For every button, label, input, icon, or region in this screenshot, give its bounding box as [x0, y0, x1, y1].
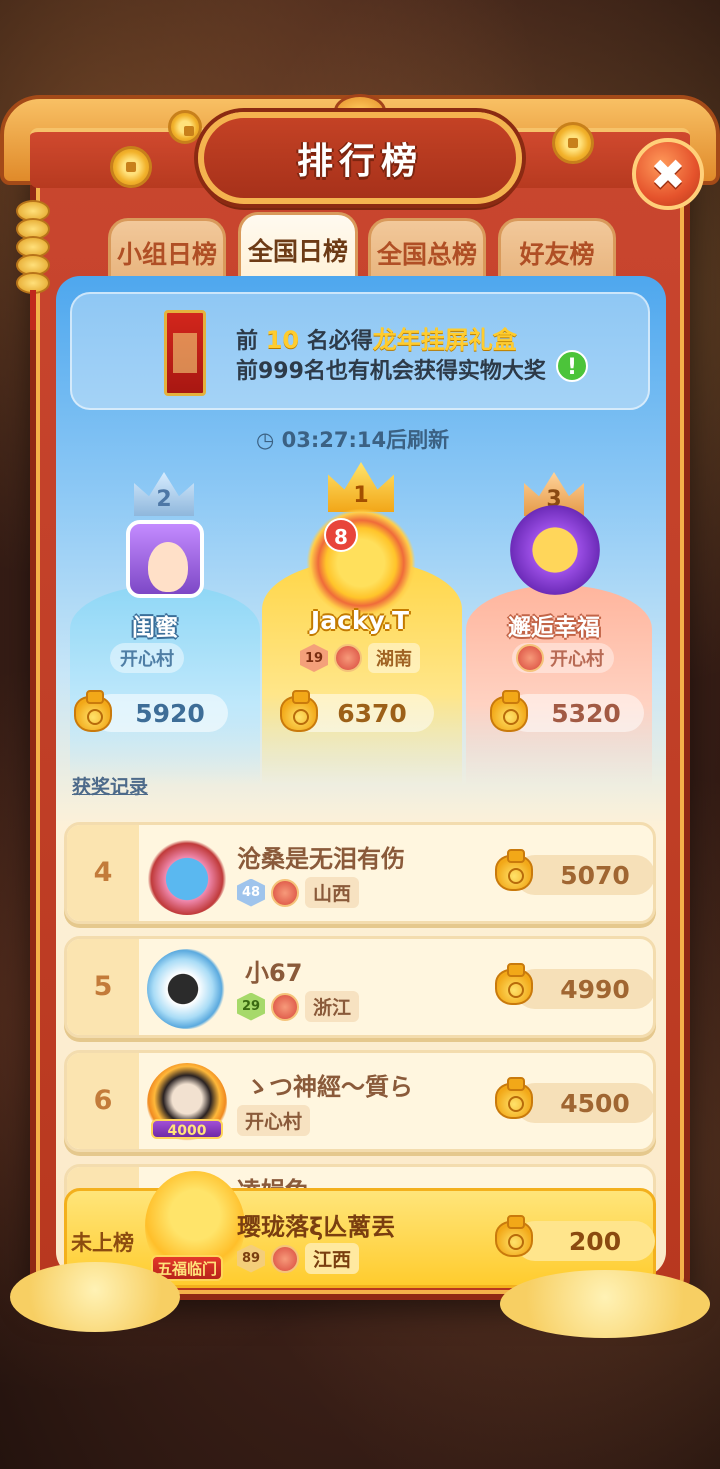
province-tag: 江西 [305, 1243, 360, 1274]
tab-label: 好友榜 [519, 239, 595, 269]
level-badge-icon: 19 [300, 644, 328, 672]
rank-number: 6 [93, 1085, 113, 1116]
podium-name-2: 闺蜜 [132, 615, 178, 641]
reward-top-count: 10 [265, 326, 300, 354]
score-value: 6370 [337, 698, 407, 728]
village-label: 开心村 [550, 649, 604, 670]
province-tag: 湖南 [368, 643, 420, 673]
score-value: 4990 [560, 974, 630, 1004]
hanging-scroll-gift-icon [164, 310, 206, 396]
podium-name-3: 邂逅幸福 [508, 615, 600, 641]
village-tag: 开心村 [110, 643, 184, 673]
reward-line-2: 前999名也有机会获得实物大奖 [236, 359, 546, 384]
village-tag: 开心村 [237, 1105, 311, 1136]
money-bag-icon [495, 1215, 533, 1257]
dragon-icon [271, 1244, 299, 1273]
player-name: 小67 [245, 959, 303, 987]
player-tags: 29 浙江 [237, 991, 360, 1022]
money-bag-icon [490, 690, 528, 732]
podium-name-1: Jacky.T [310, 606, 410, 635]
award-record-link[interactable]: 获奖记录 [72, 772, 148, 799]
tab-label: 小组日榜 [116, 239, 217, 269]
coin-tassel-decoration [16, 200, 50, 350]
score-pill: 5070 [515, 855, 653, 895]
avatar-frame-label: 4000 [151, 1119, 223, 1139]
player-tags: 19 湖南 [300, 643, 420, 673]
score-pill: 200 [515, 1221, 655, 1261]
score-value: 200 [568, 1226, 622, 1256]
province-tag: 浙江 [305, 991, 360, 1022]
tab-national-total[interactable]: 全国总榜 [368, 218, 486, 284]
score-pill-3: 5320 [508, 694, 644, 732]
player-tags: 89 江西 [237, 1243, 360, 1274]
reward-prefix: 前 [236, 329, 259, 354]
score-pill: 4990 [515, 969, 653, 1009]
podium-rank: 1 [353, 483, 369, 508]
player-tags: 48 山西 [237, 877, 360, 908]
money-bag-icon [495, 963, 533, 1005]
dragon-icon [271, 992, 299, 1021]
reward-middle: 名必得 [306, 329, 373, 354]
level-badge-icon: 29 [237, 992, 265, 1021]
avatar[interactable] [147, 949, 227, 1029]
money-bag-icon [495, 849, 533, 891]
tab-label: 全国日榜 [247, 236, 348, 266]
close-button[interactable]: ✖ [632, 138, 704, 210]
podium-rank: 2 [156, 487, 172, 512]
coin-decoration-icon [110, 146, 152, 188]
cloud-decoration [500, 1270, 710, 1338]
tab-label: 全国总榜 [376, 239, 477, 269]
refresh-timer: ◷ 03:27:14后刷新 [256, 428, 450, 452]
level-badge-icon: 89 [237, 1244, 265, 1273]
player-name: ゝつ神經～質ら [245, 1073, 413, 1101]
score-pill: 4500 [515, 1083, 653, 1123]
score-value: 5920 [135, 698, 205, 728]
avatar[interactable] [147, 835, 227, 915]
not-ranked-label: 未上榜 [71, 1231, 134, 1255]
player-name: 沧桑是无泪有伤 [237, 845, 405, 873]
rank-number: 5 [93, 971, 113, 1002]
score-pill-2: 5920 [92, 694, 228, 732]
rank-number: 4 [93, 857, 113, 888]
tab-national-daily[interactable]: 全国日榜 [238, 212, 358, 284]
close-icon: ✖ [650, 149, 686, 199]
player-tags: 开心村 [237, 1105, 311, 1136]
dragon-icon [334, 644, 362, 672]
money-bag-icon [280, 690, 318, 732]
province-tag: 山西 [305, 877, 360, 908]
avatar[interactable] [126, 520, 204, 598]
title-plate: 排行榜 [198, 112, 522, 204]
tab-friends[interactable]: 好友榜 [498, 218, 616, 284]
score-value: 5320 [551, 698, 621, 728]
coin-decoration-icon [168, 110, 202, 144]
cloud-decoration [10, 1262, 180, 1332]
village-tag: 开心村 [512, 643, 614, 673]
player-name: 璎珑落ξ亾蓠丟 [237, 1213, 396, 1241]
avatar-level-badge: 8 [324, 518, 358, 552]
score-value: 5070 [560, 860, 630, 890]
info-alert-icon[interactable]: ! [556, 350, 588, 382]
crown-rank-1-icon: 1 [328, 462, 394, 512]
dragon-icon [516, 644, 544, 672]
list-item[interactable]: 5 小67 29 浙江 4990 [64, 936, 656, 1038]
list-item[interactable]: 6 4000 ゝつ神經～質ら 开心村 4500 [64, 1050, 656, 1152]
avatar[interactable] [510, 505, 600, 595]
reward-line-1: 前 10 名必得龙年挂屏礼盒 [236, 320, 517, 355]
money-bag-icon [495, 1077, 533, 1119]
level-badge-icon: 48 [237, 878, 265, 907]
money-bag-icon [74, 690, 112, 732]
page-title: 排行榜 [296, 141, 423, 182]
tab-group-daily[interactable]: 小组日榜 [108, 218, 226, 284]
dragon-icon [271, 878, 299, 907]
reward-name: 龙年挂屏礼盒 [372, 326, 517, 354]
avatar[interactable] [306, 508, 416, 618]
coin-decoration-icon [552, 122, 594, 164]
crown-rank-2-icon: 2 [134, 472, 194, 516]
list-item[interactable]: 4 沧桑是无泪有伤 48 山西 5070 [64, 822, 656, 924]
village-label: 开心村 [120, 649, 174, 670]
score-value: 4500 [560, 1088, 630, 1118]
